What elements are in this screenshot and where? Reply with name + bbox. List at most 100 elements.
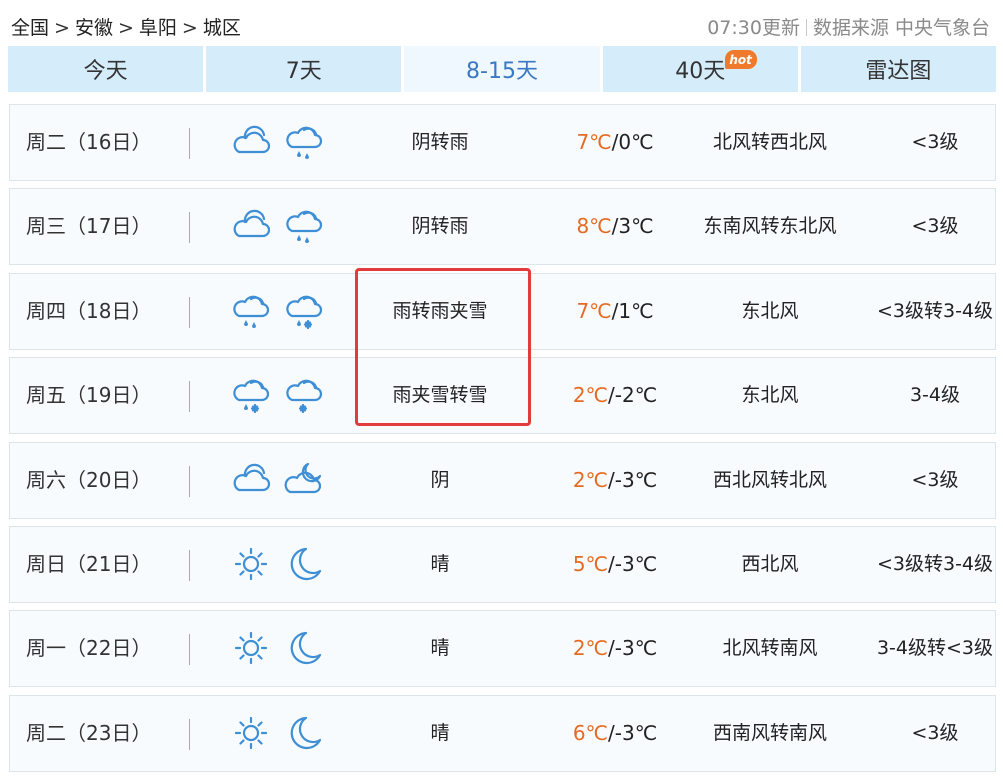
forecast-row: 周五（19日） 雨夹雪转雪 2℃/-2℃ 东北风 3-4级 <box>9 357 996 435</box>
tab-label: 8-15天 <box>466 59 538 84</box>
forecast-row: 周日（21日） 晴 5℃/-3℃ 西北风 <3级转3-4级 <box>9 525 996 603</box>
moon-icon <box>282 713 326 753</box>
wind-direction: 东北风 <box>741 384 799 407</box>
tab-radar[interactable]: 雷达图 <box>800 46 997 92</box>
breadcrumb-item-district: 城区 <box>202 17 241 39</box>
high-temp: 2℃ <box>572 467 609 492</box>
breadcrumb-item-city[interactable]: 阜阳 <box>139 17 177 39</box>
day-label: 周日（21日） <box>26 551 152 576</box>
wind-direction: 西北风转北风 <box>712 468 827 491</box>
day-label: 周五（19日） <box>26 383 152 408</box>
sleet-cloud-icon <box>229 375 273 415</box>
divider <box>189 549 190 581</box>
forecast-row: 周二（16日） 阴转雨 7℃/0℃ 北风转西北风 <3级 <box>9 104 996 181</box>
wind-level: <3级 <box>911 215 959 238</box>
wind-level: <3级 <box>911 721 959 744</box>
weather-description: 雨夹雪转雪 <box>392 384 488 407</box>
forecast-row: 周四（18日） 雨转雨夹雪 7℃/1℃ 东北风 <3级转3-4级 <box>9 272 996 350</box>
wind-direction: 北风转西北风 <box>712 131 827 153</box>
low-temp: /-3℃ <box>608 720 658 745</box>
wind-direction: 东北风 <box>741 299 799 322</box>
breadcrumb: 全国 > 安徽 > 阜阳 > 城区 <box>11 13 241 40</box>
day-label: 周二（23日） <box>26 720 152 745</box>
low-temp: /-3℃ <box>608 636 658 661</box>
high-temp: 5℃ <box>572 551 609 576</box>
day-label: 周四（18日） <box>26 298 152 323</box>
cloud-icon <box>229 460 273 500</box>
hot-badge: hot <box>724 50 757 69</box>
data-source: 数据来源 中央气象台 <box>812 17 990 39</box>
divider <box>189 212 190 244</box>
weather-description: 阴 <box>430 468 450 491</box>
breadcrumb-item-province[interactable]: 安徽 <box>75 17 113 39</box>
divider <box>189 128 190 159</box>
sun-icon <box>229 544 273 584</box>
breadcrumb-item-country[interactable]: 全国 <box>11 17 49 39</box>
forecast-row: 周一（22日） 晴 2℃/-3℃ 北风转南风 3-4级转<3级 <box>9 610 996 688</box>
low-temp: /1℃ <box>611 298 654 323</box>
top-bar: 全国 > 安徽 > 阜阳 > 城区 07:30更新 数据来源 中央气象台 <box>0 0 1003 46</box>
day-label: 周二（16日） <box>26 130 152 154</box>
high-temp: 7℃ <box>576 130 612 154</box>
cloud-icon <box>229 206 273 246</box>
forecast-row: 周六（20日） 阴 2℃/-3℃ 西北风转北风 <3级 <box>9 441 996 519</box>
high-temp: 8℃ <box>576 214 612 239</box>
breadcrumb-separator: > <box>117 17 134 39</box>
wind-direction: 西南风转南风 <box>712 721 827 744</box>
low-temp: /-3℃ <box>608 467 658 492</box>
wind-direction: 东南风转东北风 <box>703 215 837 238</box>
tab-40-days[interactable]: 40天 hot <box>602 46 798 92</box>
low-temp: /-2℃ <box>608 383 658 408</box>
tab-label: 40天 <box>675 59 726 84</box>
divider <box>189 296 190 328</box>
high-temp: 2℃ <box>572 383 609 408</box>
high-temp: 2℃ <box>572 636 609 661</box>
divider <box>189 718 190 750</box>
rain-cloud-icon <box>282 206 326 246</box>
high-temp: 6℃ <box>572 720 609 745</box>
forecast-tabs: 今天 7天 8-15天 40天 hot 雷达图 <box>8 46 997 92</box>
day-label: 周六（20日） <box>26 467 152 492</box>
low-temp: /-3℃ <box>608 551 658 576</box>
tab-label: 雷达图 <box>865 59 932 84</box>
divider <box>189 465 190 497</box>
rain-cloud-icon <box>282 122 326 162</box>
wind-level: <3级转3-4级 <box>876 552 994 575</box>
sun-icon <box>229 713 273 753</box>
wind-level: 3-4级转<3级 <box>876 637 994 660</box>
tab-8-15-days[interactable]: 8-15天 <box>404 46 600 92</box>
weather-description: 雨转雨夹雪 <box>392 299 488 322</box>
breadcrumb-separator: > <box>181 17 198 39</box>
high-temp: 7℃ <box>576 298 612 323</box>
breadcrumb-separator: > <box>54 17 70 39</box>
sun-icon <box>229 628 273 668</box>
tab-label: 7天 <box>285 59 322 84</box>
tab-label: 今天 <box>83 59 128 84</box>
forecast-list: 周二（16日） 阴转雨 7℃/0℃ 北风转西北风 <3级 周三（17日） 阴转雨 8℃/3℃ 东… <box>9 104 996 777</box>
sleet-cloud-icon <box>282 291 326 331</box>
cloudy-night-icon <box>282 460 326 500</box>
rain-cloud-icon <box>229 291 273 331</box>
weather-description: 阴转雨 <box>411 215 469 238</box>
weather-description: 晴 <box>430 637 450 660</box>
divider <box>189 381 190 413</box>
tab-today[interactable]: 今天 <box>8 46 204 92</box>
wind-level: <3级 <box>911 131 959 153</box>
update-info: 07:30更新 数据来源 中央气象台 <box>707 13 990 40</box>
wind-level: <3级转3-4级 <box>876 299 994 322</box>
low-temp: /3℃ <box>611 214 654 239</box>
day-label: 周一（22日） <box>26 636 152 661</box>
moon-icon <box>282 544 326 584</box>
wind-level: 3-4级 <box>909 384 961 407</box>
wind-level: <3级 <box>911 468 959 491</box>
weather-description: 阴转雨 <box>411 131 469 153</box>
update-time: 07:30更新 <box>707 17 800 39</box>
snow-cloud-icon <box>282 375 326 415</box>
low-temp: /0℃ <box>611 130 654 154</box>
wind-direction: 西北风 <box>741 552 799 575</box>
tab-7-days[interactable]: 7天 <box>206 46 402 92</box>
wind-direction: 北风转南风 <box>722 637 818 660</box>
moon-icon <box>282 628 326 668</box>
day-label: 周三（17日） <box>26 214 152 239</box>
divider <box>805 19 807 36</box>
